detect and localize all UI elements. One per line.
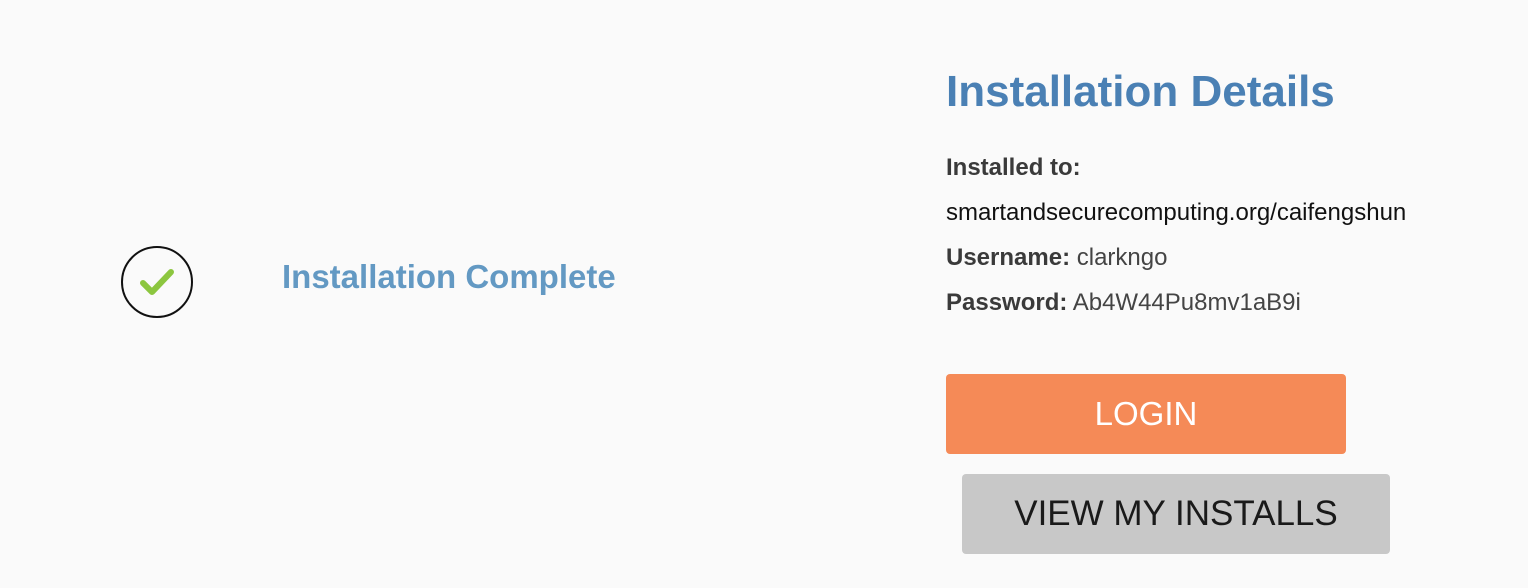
checkmark-icon [140, 269, 174, 295]
password-label: Password: [946, 289, 1068, 316]
password-value: Ab4W44Pu8mv1aB9i [1072, 289, 1301, 316]
login-button[interactable]: LOGIN [946, 374, 1346, 454]
installation-complete-title: Installation Complete [282, 258, 616, 295]
check-circle-icon [121, 246, 193, 318]
installed-to-row: Installed to: [946, 145, 1516, 190]
installation-complete-page: Installation Complete Installation Detai… [0, 0, 1528, 588]
installation-details-panel: Installation Details Installed to: smart… [946, 64, 1516, 325]
installation-details-title: Installation Details [946, 67, 1335, 116]
installed-to-label: Installed to: [946, 154, 1081, 181]
username-value: clarkngo [1076, 244, 1168, 271]
password-row: Password: Ab4W44Pu8mv1aB9i [946, 280, 1516, 325]
username-row: Username: clarkngo [946, 235, 1516, 280]
username-label: Username: [946, 244, 1071, 271]
installed-to-value: smartandsecurecomputing.org/caifengshun [946, 199, 1407, 226]
installed-to-value-row: smartandsecurecomputing.org/caifengshun [946, 190, 1516, 235]
installation-details-list: Installed to: smartandsecurecomputing.or… [946, 145, 1516, 325]
view-my-installs-button[interactable]: VIEW MY INSTALLS [962, 474, 1390, 554]
